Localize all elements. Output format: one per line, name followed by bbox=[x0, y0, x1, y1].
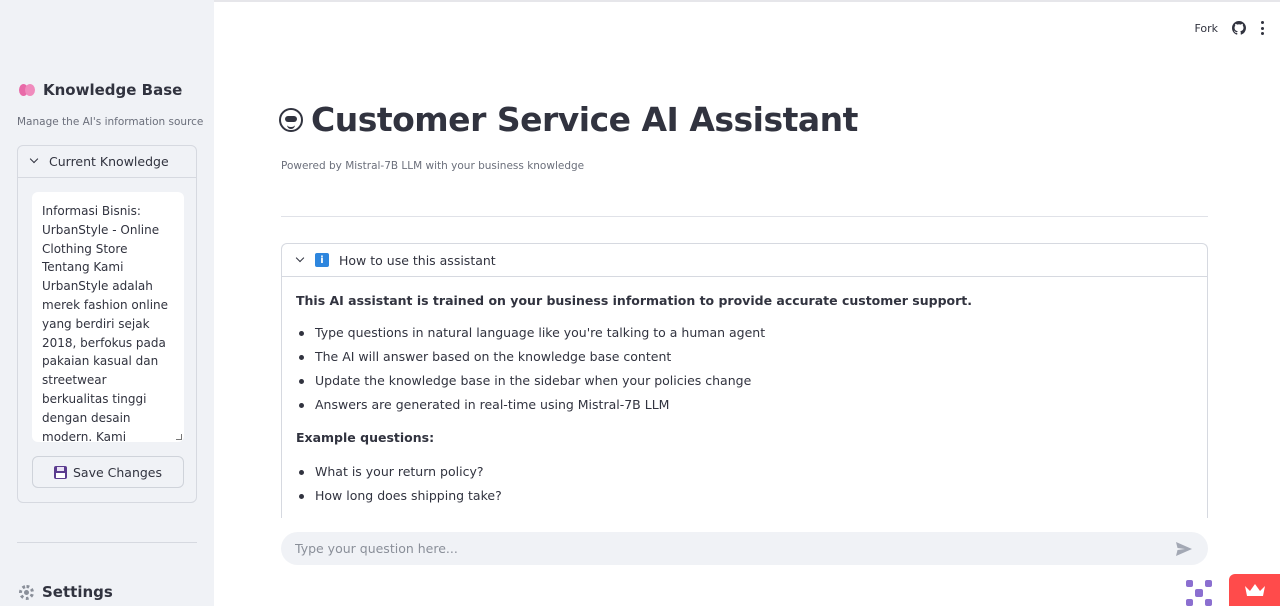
chevron-down-icon bbox=[30, 157, 39, 166]
sidebar: Knowledge Base Manage the AI's informati… bbox=[0, 0, 214, 606]
list-item: Update the knowledge base in the sidebar… bbox=[296, 372, 1193, 396]
floppy-disk-icon bbox=[53, 465, 67, 479]
send-icon[interactable] bbox=[1176, 541, 1192, 556]
sidebar-title-text: Knowledge Base bbox=[43, 81, 183, 99]
help-intro: This AI assistant is trained on your bus… bbox=[296, 293, 972, 308]
page-title: Customer Service AI Assistant bbox=[279, 100, 858, 139]
app-toolbar: Fork bbox=[1194, 18, 1264, 38]
main-divider bbox=[281, 216, 1208, 217]
knowledge-expander-label: Current Knowledge bbox=[49, 154, 169, 169]
robot-icon bbox=[279, 107, 303, 132]
list-item: How long does shipping take? bbox=[296, 487, 1193, 511]
info-icon: i bbox=[315, 253, 329, 267]
help-expander-label: How to use this assistant bbox=[339, 252, 496, 268]
sidebar-caption: Manage the AI's information source bbox=[17, 116, 204, 128]
more-menu-icon[interactable] bbox=[1260, 21, 1264, 35]
fork-link[interactable]: Fork bbox=[1194, 22, 1218, 35]
help-bullets: Type questions in natural language like … bbox=[296, 324, 1193, 420]
example-bullets: What is your return policy? How long doe… bbox=[296, 463, 1193, 511]
examples-label: Example questions: bbox=[296, 430, 435, 445]
page-caption: Powered by Mistral-7B LLM with your busi… bbox=[281, 160, 585, 172]
crown-icon bbox=[1244, 584, 1265, 596]
brain-icon bbox=[19, 83, 35, 97]
help-expander-header[interactable]: i How to use this assistant bbox=[282, 244, 1207, 277]
settings-header: Settings bbox=[19, 583, 113, 601]
settings-title: Settings bbox=[42, 583, 113, 601]
save-changes-label: Save Changes bbox=[72, 464, 163, 480]
help-content: This AI assistant is trained on your bus… bbox=[282, 277, 1207, 511]
streamlit-badge[interactable] bbox=[1229, 574, 1280, 606]
knowledge-expander: Current Knowledge Informasi Bisnis: Urba… bbox=[17, 145, 197, 503]
page-title-text: Customer Service AI Assistant bbox=[311, 100, 858, 139]
chevron-down-icon bbox=[296, 256, 305, 265]
sidebar-divider bbox=[17, 542, 197, 543]
github-icon[interactable] bbox=[1232, 21, 1246, 35]
knowledge-textarea[interactable]: Informasi Bisnis: UrbanStyle - Online Cl… bbox=[32, 192, 184, 442]
knowledge-expander-header[interactable]: Current Knowledge bbox=[18, 146, 196, 178]
chat-input-bar bbox=[281, 532, 1208, 565]
sidebar-title: Knowledge Base bbox=[19, 79, 182, 101]
help-expander: i How to use this assistant This AI assi… bbox=[281, 243, 1208, 543]
chat-input[interactable] bbox=[295, 541, 1176, 556]
list-item: Type questions in natural language like … bbox=[296, 324, 1193, 348]
gear-icon bbox=[19, 584, 34, 600]
list-item: Answers are generated in real-time using… bbox=[296, 396, 1193, 420]
save-changes-button[interactable]: Save Changes bbox=[32, 456, 184, 488]
list-item: The AI will answer based on the knowledg… bbox=[296, 348, 1193, 372]
plugin-icon[interactable] bbox=[1186, 580, 1212, 606]
list-item: What is your return policy? bbox=[296, 463, 1193, 487]
